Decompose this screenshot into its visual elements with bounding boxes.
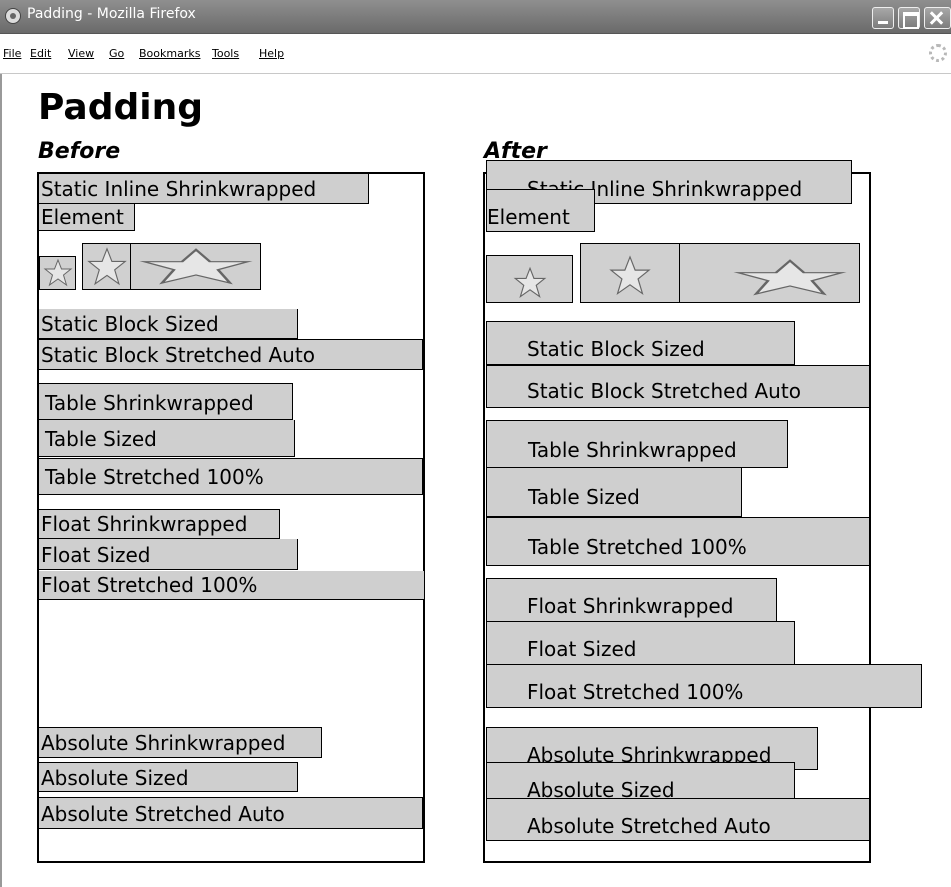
static-block-stretched: Static Block Stretched Auto [39, 339, 423, 370]
float-sized-padded: Float Sized [486, 621, 795, 665]
menu-bookmarks[interactable]: Bookmarks [139, 47, 200, 60]
star-icon [43, 258, 72, 287]
star-image-small [39, 256, 76, 290]
star-image-small-padded [486, 255, 573, 303]
table-stretched: Table Stretched 100% [39, 458, 423, 495]
static-block-stretched-padded: Static Block Stretched Auto [486, 365, 870, 408]
firefox-icon [5, 8, 21, 24]
menu-edit[interactable]: Edit [30, 47, 51, 60]
float-shrinkwrapped: Float Shrinkwrapped [39, 509, 280, 539]
menu-view[interactable]: View [68, 47, 94, 60]
menu-help[interactable]: Help [259, 47, 284, 60]
throbber-icon [929, 44, 947, 62]
absolute-sized: Absolute Sized [39, 762, 298, 792]
static-inline-line2: Element [39, 204, 135, 231]
absolute-stretched-padded: Absolute Stretched Auto [486, 798, 870, 841]
menu-go[interactable]: Go [109, 47, 124, 60]
static-block-sized: Static Block Sized [39, 309, 298, 339]
static-inline-line1: Static Inline Shrinkwrapped [39, 174, 369, 204]
float-shrinkwrapped-padded: Float Shrinkwrapped [486, 578, 777, 622]
menu-tools[interactable]: Tools [212, 47, 239, 60]
star-icon [609, 255, 651, 296]
star-image-stretched-padded [679, 243, 860, 303]
menu-file[interactable]: File [3, 47, 21, 60]
window-border [0, 74, 2, 887]
static-inline-line2-padded: Element [486, 189, 595, 232]
star-icon [138, 247, 253, 284]
menu-bar: File Edit View Go Bookmarks Tools Help [0, 34, 951, 74]
table-shrinkwrapped-padded: Table Shrinkwrapped [486, 420, 788, 468]
float-stretched: Float Stretched 100% [39, 571, 425, 600]
absolute-stretched: Absolute Stretched Auto [39, 797, 423, 829]
title-bar: Padding - Mozilla Firefox [0, 0, 951, 34]
static-block-sized-padded: Static Block Sized [486, 321, 795, 365]
window-title: Padding - Mozilla Firefox [27, 6, 196, 22]
close-button[interactable] [924, 7, 951, 29]
float-stretched-padded: Float Stretched 100% [486, 664, 922, 708]
table-sized-padded: Table Sized [486, 468, 742, 517]
star-icon [732, 259, 847, 296]
table-sized: Table Sized [39, 420, 295, 457]
absolute-shrinkwrapped: Absolute Shrinkwrapped [39, 727, 322, 758]
minimize-button[interactable] [872, 7, 894, 29]
star-image-medium [82, 243, 131, 290]
star-icon [86, 246, 127, 285]
maximize-button[interactable] [898, 7, 920, 29]
table-stretched-padded: Table Stretched 100% [486, 517, 870, 566]
star-image-stretched [130, 243, 261, 290]
star-image-medium-padded [580, 243, 680, 303]
float-sized: Float Sized [39, 539, 298, 570]
page-title: Padding [38, 87, 203, 128]
table-shrinkwrapped: Table Shrinkwrapped [39, 383, 293, 420]
before-heading: Before [38, 139, 121, 164]
star-icon [513, 266, 546, 299]
